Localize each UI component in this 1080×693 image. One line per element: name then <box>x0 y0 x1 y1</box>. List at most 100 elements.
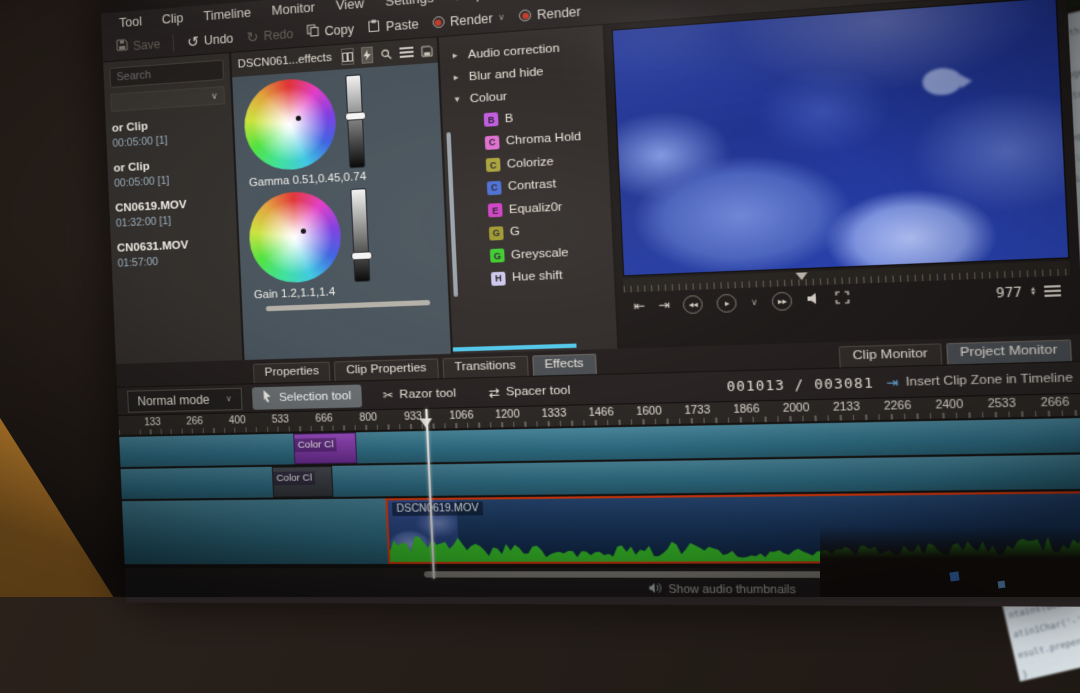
effects-toggle-icon[interactable] <box>361 46 373 63</box>
selection-tool-button[interactable]: Selection tool <box>252 384 362 409</box>
fullscreen-icon[interactable] <box>835 290 850 307</box>
effect-item-label: Contrast <box>508 178 557 193</box>
monitor-menu-icon[interactable] <box>1044 285 1061 297</box>
monitor-position-value[interactable]: 977 <box>996 284 1023 301</box>
menu-item-view[interactable]: View <box>335 0 364 12</box>
color-clip[interactable]: Color Cl <box>272 466 334 498</box>
monitor-playhead[interactable] <box>796 272 808 280</box>
effect-group-label: Blur and hide <box>469 65 544 83</box>
undo-button[interactable]: ↺Undo <box>187 31 234 49</box>
ruler-number: 2000 <box>783 400 834 422</box>
effect-stack-panel: DSCN061...effects Gamma 0.51,0.45,0.74 <box>231 37 453 360</box>
menu-list-icon[interactable] <box>399 44 414 60</box>
effect-icon: C <box>486 158 501 173</box>
insert-zone-button[interactable]: ⇥ Insert Clip Zone in Timeline <box>886 370 1074 390</box>
audio-thumbnails-icon <box>648 582 662 597</box>
compare-icon[interactable] <box>341 48 354 65</box>
effect-item-label: Chroma Hold <box>506 131 582 148</box>
rewind-icon[interactable]: ◂◂ <box>683 294 704 313</box>
zone-end-icon[interactable]: ⇥ <box>658 297 670 313</box>
save-effect-icon[interactable] <box>421 43 434 58</box>
save-icon <box>116 39 128 55</box>
ruler-number: 1600 <box>636 403 685 425</box>
ruler-number: 2533 <box>987 395 1041 418</box>
effect-icon: G <box>490 249 505 263</box>
razor-tool-button[interactable]: ✂ Razor tool <box>372 382 468 405</box>
forward-icon[interactable]: ▸▸ <box>772 291 793 310</box>
show-audio-thumbnails-toggle[interactable]: Show audio thumbnails <box>648 582 797 598</box>
effect-list-panel: ▸Audio correction▸Blur and hide▾ColourBB… <box>439 25 620 354</box>
tab-properties[interactable]: Properties <box>253 362 331 384</box>
play-options-chevron-icon[interactable]: ∨ <box>751 297 758 307</box>
chevron-right-icon[interactable]: ▸ <box>453 71 462 83</box>
project-monitor-panel: ⇤ ⇥ ◂◂ ▸ ∨ ▸▸ 977 ▲▼ <box>605 0 1080 349</box>
volume-icon[interactable] <box>806 291 821 308</box>
project-bin-panel: ∨ or Clip00:05:00 [1] or Clip00:05:00 [1]… <box>103 53 244 364</box>
horizontal-scrollbar[interactable] <box>453 344 577 352</box>
tab-project-monitor[interactable]: Project Monitor <box>946 339 1072 364</box>
list-item[interactable]: CN0631.MOV01:57:00 <box>117 237 232 270</box>
video-preview[interactable] <box>612 0 1070 276</box>
effect-item[interactable]: HHue shift <box>462 262 612 291</box>
ruler-number: 1066 <box>449 407 496 428</box>
search-icon[interactable] <box>380 46 392 61</box>
horizontal-scrollbar[interactable] <box>266 300 431 311</box>
menu-item-tool[interactable]: Tool <box>119 14 142 30</box>
ruler-number: 1733 <box>684 402 734 424</box>
edit-mode-dropdown[interactable]: Normal mode ∨ <box>127 387 242 412</box>
taskbar-icon <box>949 571 959 581</box>
ruler-number: 400 <box>228 412 272 432</box>
render-secondary-button[interactable]: Render <box>519 4 581 24</box>
tab-effects[interactable]: Effects <box>532 354 597 376</box>
position-spinner[interactable]: ▲▼ <box>1030 286 1037 296</box>
tab-clip-monitor[interactable]: Clip Monitor <box>839 343 942 367</box>
menu-item-clip[interactable]: Clip <box>161 10 183 26</box>
redo-button[interactable]: ↻Redo <box>246 26 293 44</box>
chevron-down-icon: ∨ <box>226 394 232 403</box>
menu-item-timeline[interactable]: Timeline <box>203 5 251 23</box>
chevron-down-icon[interactable]: ▾ <box>454 93 463 105</box>
color-clip[interactable]: Color Cl <box>293 432 357 464</box>
spacer-tool-button[interactable]: ⇄ Spacer tool <box>477 379 582 403</box>
cursor-icon <box>262 389 273 406</box>
effect-icon: B <box>484 112 499 127</box>
gamma-slider[interactable] <box>345 74 365 168</box>
gain-color-wheel[interactable] <box>248 190 343 285</box>
copy-button[interactable]: Copy <box>306 21 354 40</box>
save-button[interactable]: Save <box>116 36 161 54</box>
menu-item-monitor[interactable]: Monitor <box>271 0 315 18</box>
effect-icon: C <box>487 181 502 195</box>
effect-item-label: Colorize <box>507 155 554 170</box>
tab-clip-properties[interactable]: Clip Properties <box>334 358 439 381</box>
copy-icon <box>306 24 319 40</box>
tab-transitions[interactable]: Transitions <box>442 356 528 378</box>
scissors-icon: ✂ <box>382 387 393 402</box>
ruler-number: 1200 <box>495 406 542 427</box>
zone-start-icon[interactable]: ⇤ <box>633 298 645 313</box>
chevron-right-icon[interactable]: ▸ <box>452 49 461 61</box>
timeline-timecode: 001013 / 003081 <box>726 375 874 394</box>
gain-slider[interactable] <box>350 188 370 282</box>
clip-duration: 00:05:00 [1] <box>114 171 229 190</box>
menu-item-settings[interactable]: Settings <box>385 0 434 9</box>
clip-name: CN0631.MOV <box>117 237 232 255</box>
ruler-number: 533 <box>271 412 315 432</box>
effect-group-label: Audio correction <box>468 42 560 61</box>
paste-button[interactable]: Paste <box>367 16 419 35</box>
gamma-color-wheel[interactable] <box>243 76 338 172</box>
clip-duration: 01:32:00 [1] <box>116 212 231 230</box>
render-button[interactable]: Render ∨ <box>432 10 505 30</box>
redo-icon: ↻ <box>246 30 259 43</box>
effect-item-label: B <box>505 112 514 125</box>
list-item[interactable]: or Clip00:05:00 [1] <box>112 115 227 149</box>
menu-item-help[interactable]: Help <box>455 0 484 3</box>
ruler-number: 1333 <box>541 405 589 426</box>
bin-filter-dropdown[interactable]: ∨ <box>110 86 225 112</box>
insert-zone-icon: ⇥ <box>886 374 899 390</box>
list-item[interactable]: or Clip00:05:00 [1] <box>113 156 228 190</box>
list-item[interactable]: CN0619.MOV01:32:00 [1] <box>115 197 230 230</box>
search-input[interactable] <box>109 60 224 88</box>
play-icon[interactable]: ▸ <box>717 293 738 312</box>
clip-duration: 01:57:00 <box>117 252 232 269</box>
effect-item-label: G <box>510 226 520 239</box>
